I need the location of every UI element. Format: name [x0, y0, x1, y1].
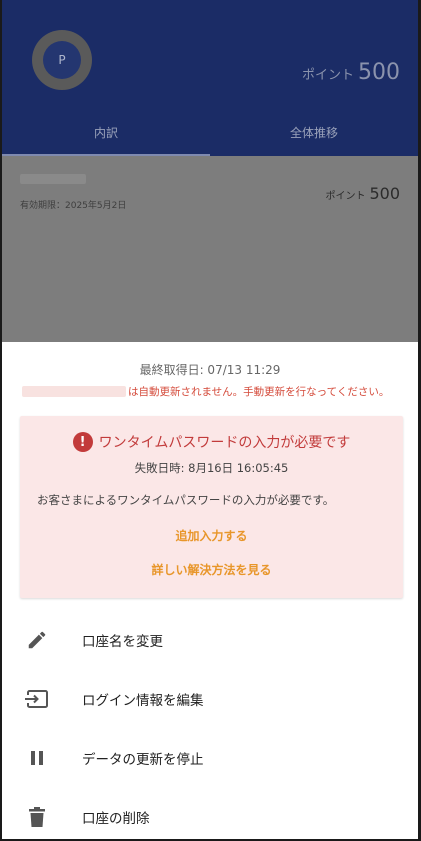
total-points: ポイント 500 [302, 60, 400, 85]
bottom-sheet: 最終取得日: 07/13 11:29 は自動更新されません。手動更新を行なってく… [2, 342, 418, 839]
alert-title: ! ワンタイムパスワードの入力が必要です [20, 432, 403, 452]
login-icon [22, 687, 52, 711]
account-menu: 口座名を変更 ログイン情報を編集 データの更新を停止 口座の削除 [2, 610, 418, 839]
row-points-label: ポイント [325, 191, 366, 202]
solution-details-link[interactable]: 詳しい解決方法を見る [20, 561, 403, 578]
rename-account-label: 口座名を変更 [82, 633, 163, 650]
tab-bar: 内訳 全体推移 [2, 118, 418, 156]
edit-login-label: ログイン情報を編集 [82, 692, 204, 709]
auto-update-warning-text: は自動更新されません。手動更新を行なってください。 [128, 386, 390, 398]
edit-login-item[interactable]: ログイン情報を編集 [2, 669, 418, 728]
stop-update-label: データの更新を停止 [82, 751, 204, 768]
app-frame: P ポイント 500 内訳 全体推移 有効期限：2025年5月2日 ポイント 5… [2, 0, 418, 839]
additional-input-button[interactable]: 追加入力する [20, 527, 403, 544]
rename-account-item[interactable]: 口座名を変更 [2, 610, 418, 669]
points-header: P ポイント 500 内訳 全体推移 [2, 0, 418, 156]
avatar-letter: P [43, 41, 81, 79]
pause-icon [22, 746, 52, 770]
pencil-icon [22, 628, 52, 652]
error-icon: ! [72, 432, 93, 452]
row-points-value: 500 [369, 184, 400, 203]
delete-account-item[interactable]: 口座の削除 [2, 787, 418, 839]
points-value: 500 [358, 60, 400, 85]
otp-required-alert: ! ワンタイムパスワードの入力が必要です 失敗日時: 8月16日 16:05:4… [20, 416, 403, 598]
expiry-date: 有効期限：2025年5月2日 [20, 201, 127, 211]
delete-account-label: 口座の削除 [82, 810, 150, 827]
alert-description: お客さまによるワンタイムパスワードの入力が必要です。 [37, 493, 335, 507]
tab-breakdown[interactable]: 内訳 [2, 118, 210, 156]
stop-update-item[interactable]: データの更新を停止 [2, 728, 418, 787]
avatar: P [32, 30, 92, 90]
alert-title-text: ワンタイムパスワードの入力が必要です [98, 435, 351, 451]
last-fetch-date: 最終取得日: 07/13 11:29 [139, 363, 281, 377]
auto-update-warning: は自動更新されません。手動更新を行なってください。 [22, 384, 389, 399]
points-label: ポイント [301, 68, 354, 83]
redacted-name [20, 174, 86, 184]
trash-icon [22, 805, 52, 829]
tab-overall-trend[interactable]: 全体推移 [210, 118, 418, 156]
redacted-account-name [22, 386, 126, 397]
failure-time: 失敗日時: 8月16日 16:05:45 [134, 461, 289, 475]
points-list: 有効期限：2025年5月2日 ポイント 500 [2, 156, 418, 342]
row-points: ポイント 500 [325, 184, 400, 203]
